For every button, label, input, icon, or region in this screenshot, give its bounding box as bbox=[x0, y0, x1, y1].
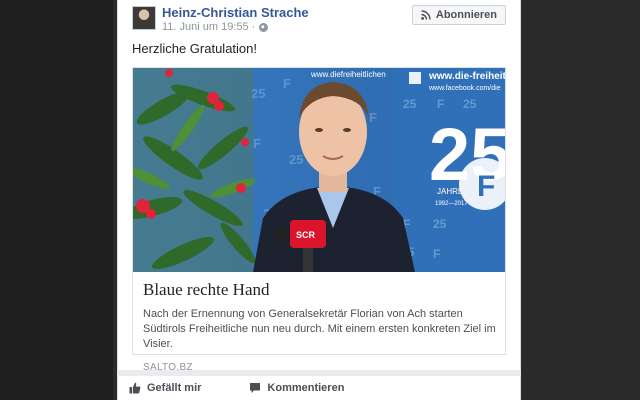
like-button[interactable]: Gefällt mir bbox=[123, 382, 207, 394]
svg-text:F: F bbox=[283, 76, 291, 91]
svg-text:25: 25 bbox=[251, 86, 265, 101]
svg-text:25: 25 bbox=[433, 217, 447, 231]
like-label: Gefällt mir bbox=[147, 382, 202, 394]
link-title[interactable]: Blaue rechte Hand bbox=[143, 280, 497, 300]
post-meta: 11. Juni um 19:55 · bbox=[162, 21, 269, 33]
svg-text:25: 25 bbox=[463, 97, 477, 111]
svg-text:F: F bbox=[369, 110, 377, 125]
svg-text:25: 25 bbox=[403, 97, 417, 111]
post-text: Herzliche Gratulation! bbox=[132, 41, 257, 56]
follow-button[interactable]: Abonnieren bbox=[411, 5, 506, 25]
post-card: Heinz-Christian Strache 11. Juni um 19:5… bbox=[117, 0, 521, 373]
svg-text:F: F bbox=[433, 247, 440, 261]
banner-url-text: www.die-freiheit bbox=[428, 71, 505, 82]
facebook-post: Heinz-Christian Strache 11. Juni um 19:5… bbox=[117, 0, 521, 400]
comment-button[interactable]: Kommentieren bbox=[243, 382, 350, 394]
left-margin bbox=[0, 0, 113, 400]
link-body: Blaue rechte Hand Nach der Ernennung von… bbox=[143, 280, 497, 373]
anniversary-word: JAHRE bbox=[437, 187, 463, 196]
comment-icon bbox=[249, 382, 261, 394]
plant bbox=[133, 68, 256, 272]
author-avatar[interactable] bbox=[132, 6, 156, 30]
thumbs-up-icon bbox=[129, 382, 141, 394]
svg-text:F: F bbox=[437, 97, 444, 111]
svg-text:25: 25 bbox=[289, 152, 303, 167]
author-name[interactable]: Heinz-Christian Strache bbox=[162, 5, 309, 20]
banner-facebook-text: www.facebook.com/die bbox=[428, 85, 501, 92]
post-timestamp[interactable]: 11. Juni um 19:55 · bbox=[162, 21, 255, 33]
link-source: SALTO.BZ bbox=[143, 362, 193, 373]
right-margin bbox=[527, 0, 640, 400]
globe-icon bbox=[259, 22, 269, 32]
comment-label: Kommentieren bbox=[267, 382, 345, 394]
svg-text:F: F bbox=[477, 170, 495, 203]
link-description: Nach der Ernennung von Generalsekretär F… bbox=[143, 308, 496, 350]
microphone-label: SCR bbox=[296, 230, 316, 240]
post-actions-bar: Gefällt mir Kommentieren bbox=[117, 376, 521, 400]
svg-text:F: F bbox=[253, 136, 261, 151]
preview-image[interactable]: 25F25 F25F 2525F FF 252525 25F25 F25F ww… bbox=[133, 68, 505, 272]
link-preview[interactable]: 25F25 F25F 2525F FF 252525 25F25 F25F ww… bbox=[132, 67, 506, 373]
rss-icon bbox=[421, 10, 431, 20]
backdrop-url-text: www.diefreiheitlichen bbox=[310, 70, 386, 79]
anniversary-years: 1992—2017 bbox=[435, 201, 468, 207]
follow-button-label: Abonnieren bbox=[435, 9, 497, 21]
